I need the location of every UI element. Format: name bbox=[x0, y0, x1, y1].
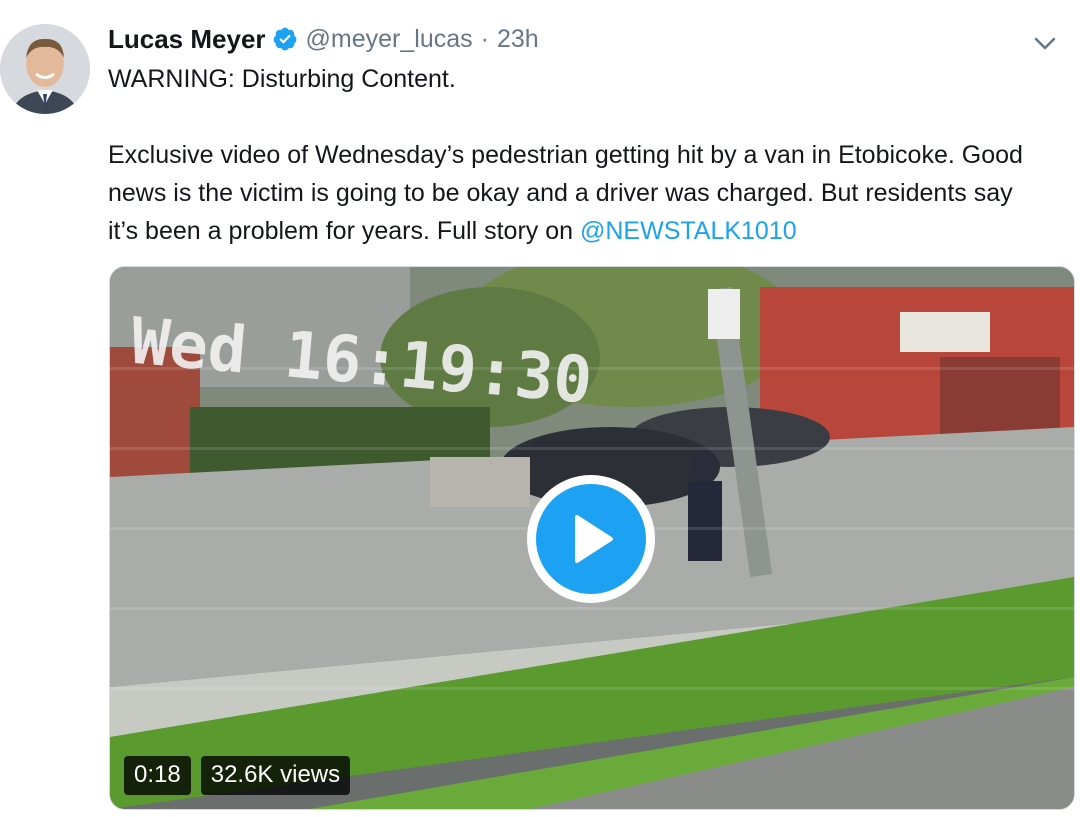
author-handle[interactable]: @meyer_lucas bbox=[306, 25, 473, 54]
tweet-body: Exclusive video of Wednesday’s pedestria… bbox=[108, 136, 1048, 250]
avatar[interactable] bbox=[0, 24, 90, 114]
tweet-text: WARNING: Disturbing Content. Exclusive v… bbox=[108, 60, 1048, 250]
tweet-timestamp[interactable]: 23h bbox=[497, 25, 539, 54]
play-icon[interactable] bbox=[536, 484, 646, 594]
play-button[interactable] bbox=[527, 475, 655, 603]
tweet: Lucas Meyer @meyer_lucas · 23h WARNING: … bbox=[0, 0, 1080, 817]
video-badges: 0:18 32.6K views bbox=[124, 756, 351, 795]
video-player[interactable]: Wed 16:19:30 0:18 32.6K views bbox=[109, 266, 1075, 810]
author-name[interactable]: Lucas Meyer bbox=[108, 24, 266, 55]
tweet-header: Lucas Meyer @meyer_lucas · 23h bbox=[108, 22, 539, 56]
chevron-down-icon[interactable] bbox=[1030, 28, 1060, 58]
tweet-body-text: Exclusive video of Wednesday’s pedestria… bbox=[108, 141, 1023, 245]
verified-badge-icon bbox=[272, 26, 298, 52]
header-separator: · bbox=[480, 24, 489, 53]
mention-link[interactable]: @NEWSTALK1010 bbox=[580, 217, 797, 245]
video-duration: 0:18 bbox=[124, 756, 191, 795]
warning-line: WARNING: Disturbing Content. bbox=[108, 65, 456, 93]
video-view-count: 32.6K views bbox=[200, 756, 351, 795]
